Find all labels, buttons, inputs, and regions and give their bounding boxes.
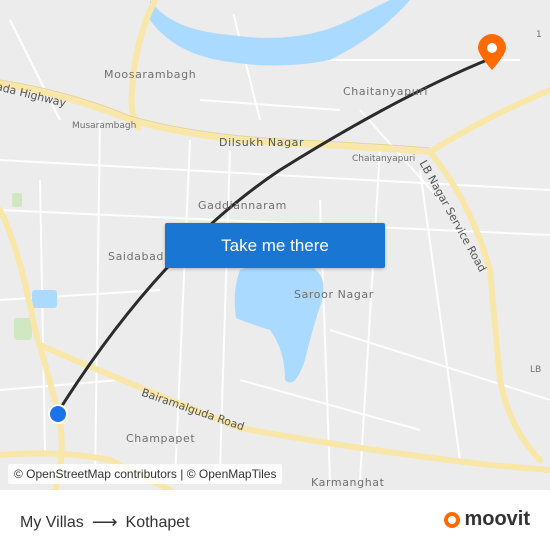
area-label-chaitanyapuri-small: Chaitanyapuri	[352, 154, 416, 164]
area-label-champapet: Champapet	[126, 432, 196, 445]
area-label-musarambagh: Musarambagh	[72, 121, 137, 131]
route-summary: My Villas ⟶ Kothapet	[20, 512, 190, 533]
area-label-lb: LB	[530, 365, 542, 375]
area-label-karmanghat: Karmanghat	[311, 476, 385, 489]
brand-name: moovit	[464, 508, 530, 530]
destination-label: Kothapet	[125, 513, 190, 531]
area-label-chaitanyapuri: Chaitanyapuri	[343, 85, 429, 98]
moovit-logo[interactable]: moovit	[444, 508, 530, 531]
map[interactable]: Moosarambagh Musarambagh Chaitanyapuri C…	[0, 0, 550, 490]
area-label-one: 1	[536, 30, 542, 40]
origin-label: My Villas	[20, 513, 84, 531]
area-label-dilsukh-nagar: Dilsukh Nagar	[219, 136, 305, 149]
area-label-saroor-nagar: Saroor Nagar	[294, 288, 374, 301]
start-marker-icon[interactable]	[48, 404, 68, 424]
area-label-gaddiannaram: Gaddiannaram	[198, 199, 287, 212]
area-label-saidabad: Saidabad	[108, 250, 165, 263]
moovit-logo-icon	[444, 511, 461, 528]
map-attribution[interactable]: © OpenStreetMap contributors | © OpenMap…	[8, 464, 283, 484]
area-label-moosarambagh: Moosarambagh	[104, 68, 197, 81]
arrow-right-icon: ⟶	[91, 512, 118, 532]
footer: My Villas ⟶ Kothapet moovit	[0, 490, 550, 550]
take-me-there-button[interactable]: Take me there	[165, 223, 385, 268]
